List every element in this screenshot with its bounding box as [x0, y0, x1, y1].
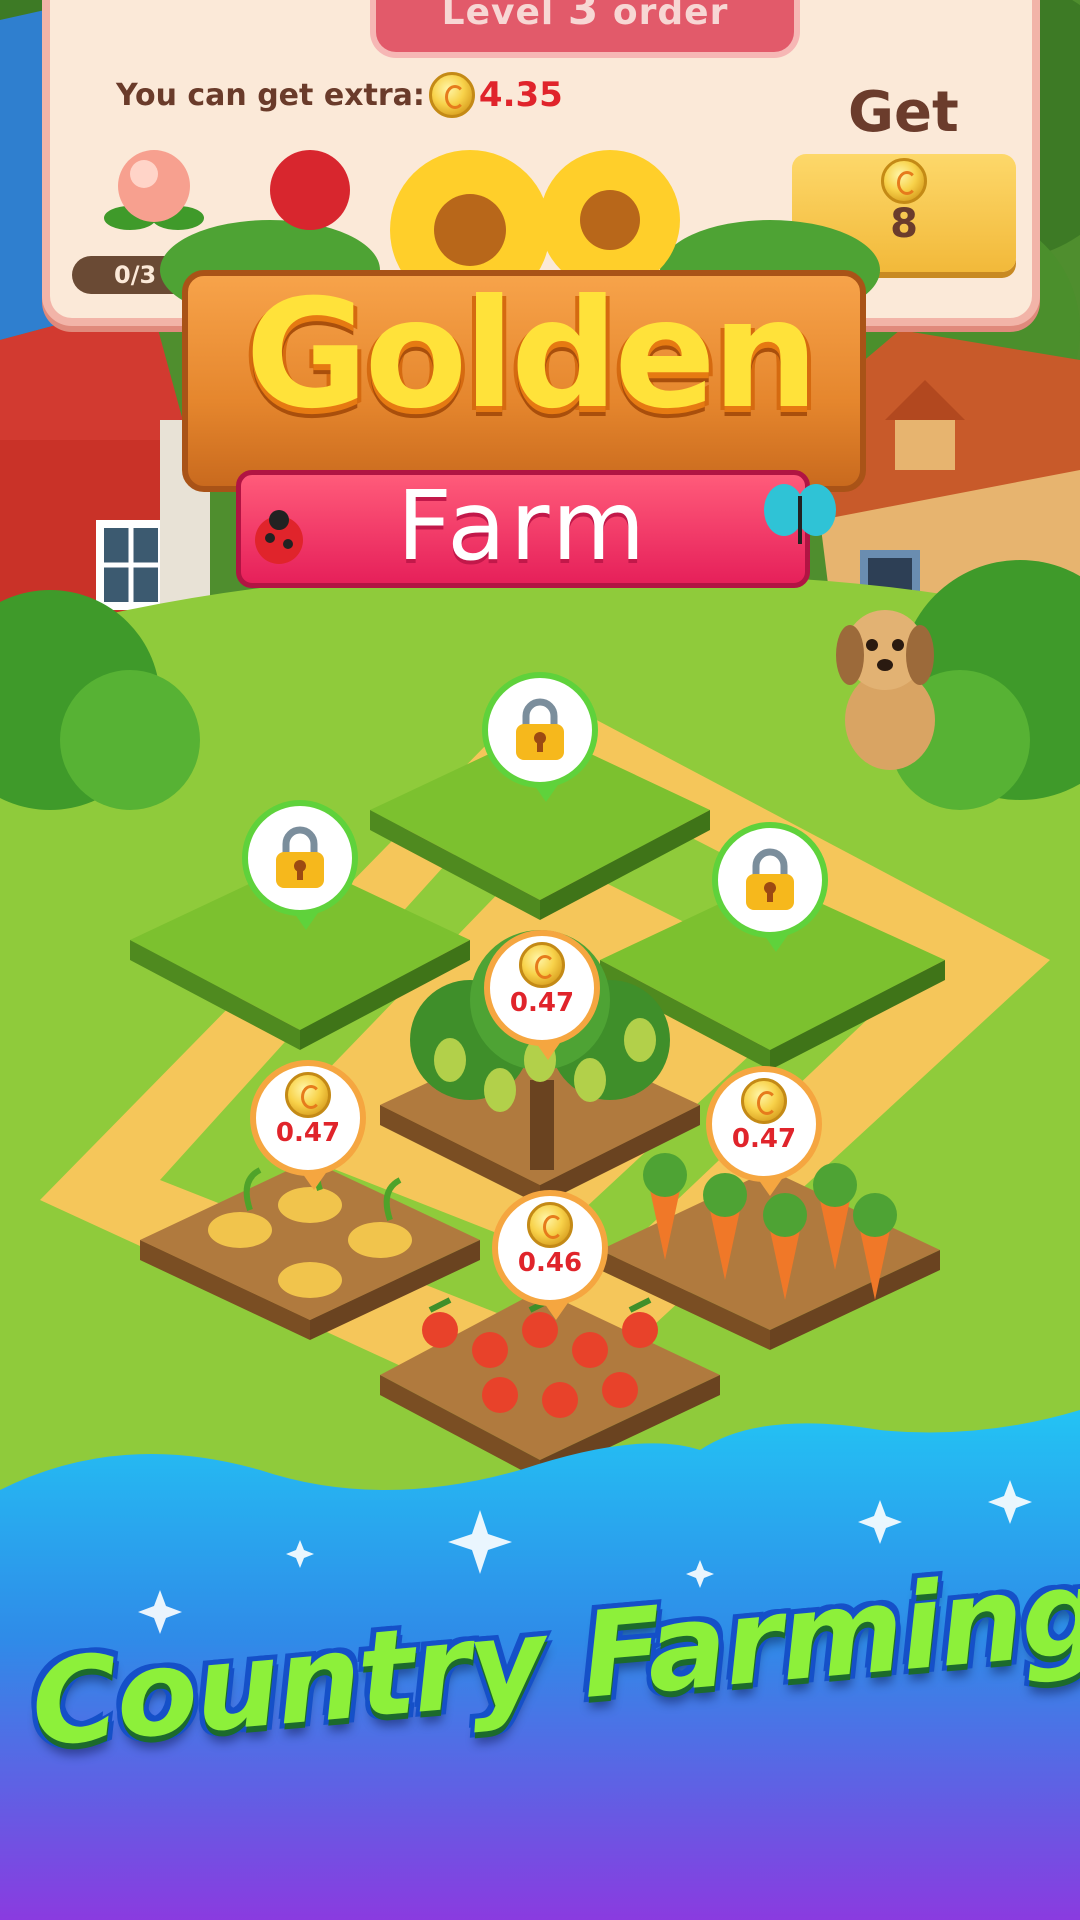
order-level: 3	[567, 0, 600, 35]
harvest-reward: 0.47	[731, 1124, 797, 1154]
locked-plot-left-button[interactable]	[242, 800, 358, 930]
extra-reward-line: You can get extra: 4.35	[116, 72, 563, 118]
harvest-reward: 0.46	[517, 1248, 583, 1278]
harvest-reward: 0.47	[509, 988, 575, 1018]
harvest-reward: 0.47	[275, 1118, 341, 1148]
locked-plot-top-button[interactable]	[482, 672, 598, 802]
coin-icon	[285, 1072, 331, 1118]
harvest-bubble-tomato[interactable]: 0.46	[492, 1190, 608, 1320]
butterfly-icon	[764, 484, 836, 544]
order-title: Level 3 order	[370, 0, 800, 58]
ladybug-icon	[255, 510, 303, 564]
coin-icon	[527, 1202, 573, 1248]
lock-icon	[276, 826, 324, 888]
logo-title-golden: Golden	[245, 268, 818, 442]
locked-plot-right-button[interactable]	[712, 822, 828, 952]
coin-icon	[428, 72, 475, 118]
coin-icon	[519, 942, 565, 988]
harvest-bubble-tree[interactable]: 0.47	[484, 930, 600, 1060]
order-title-suffix: order	[612, 0, 729, 33]
order-title-prefix: Level	[441, 0, 555, 33]
harvest-bubble-carrot[interactable]: 0.47	[706, 1066, 822, 1196]
lock-icon	[516, 698, 564, 760]
logo-title-farm: Farm	[396, 470, 650, 582]
lock-icon	[746, 848, 794, 910]
harvest-bubble-potato[interactable]: 0.47	[250, 1060, 366, 1190]
coin-icon	[741, 1078, 787, 1124]
extra-value: 4.35	[478, 75, 563, 115]
extra-label: You can get extra:	[116, 77, 425, 113]
game-scene: Level 3 order You can get extra: 4.35 0/…	[0, 0, 1080, 1920]
